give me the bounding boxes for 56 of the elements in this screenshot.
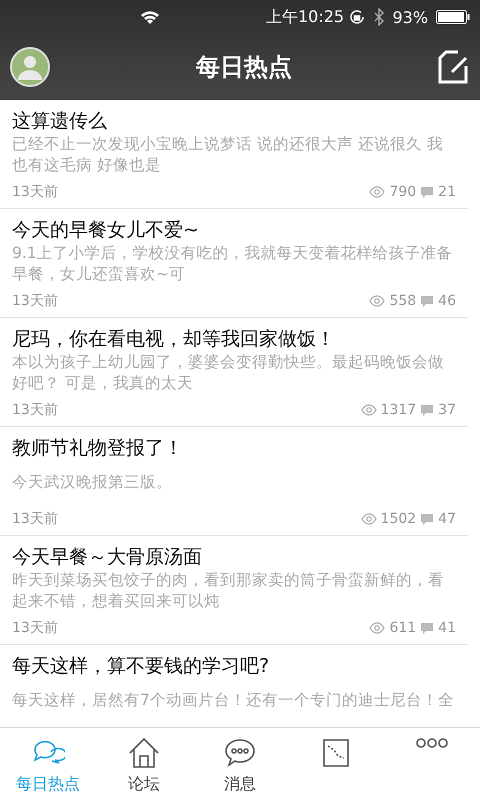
post-excerpt: 已经不止一次发现小宝晚上说梦话 说的还很大声 还说很久 我也有这毛病 好像也是 [12,134,444,176]
view-count: 611 [389,619,416,638]
tab-button[interactable]: 论坛 [96,728,192,800]
rotation-lock-icon [348,8,366,26]
post-item[interactable]: 今天的早餐女儿不爱~ 9.1上了小学后，学校没有吃的，我就每天变着花样给孩子准备早餐，女儿还蛮喜欢~可 13天前 558 46 [0,209,468,318]
view-count: 790 [389,183,416,202]
comment-count: 47 [438,510,456,529]
post-excerpt: 今天武汉晚报第三版。 [12,472,172,492]
house-icon [127,736,161,770]
post-title: 今天的早餐女儿不爱~ [12,218,200,243]
post-time: 13天前 [12,619,58,638]
post-excerpt: 本以为孩子上幼儿园了，婆婆会变得勤快些。最起码晚饭会做好吧？ 可是，我真的太天 [12,352,445,394]
comment-icon [420,404,434,416]
compose-icon[interactable] [438,50,470,84]
comment-icon [420,186,434,198]
view-count: 1502 [380,510,416,529]
wifi-icon [140,9,160,25]
comment-icon [420,294,434,308]
post-title: 尼玛，你在看电视，却等我回家做饭！ [12,327,336,352]
view-count: 1317 [380,401,416,420]
comment-count: 41 [438,619,456,638]
post-item[interactable]: 教师节礼物登报了！ 今天武汉晚报第三版。 13天前 1502 47 [0,427,468,536]
post-time: 13天前 [12,401,58,420]
battery-percent: 93% [392,8,428,26]
post-excerpt: 昨天到菜场买包饺子的肉，看到那家卖的筒子骨蛮新鲜的，看起来不错，想着买回来可以炖 [12,570,445,612]
post-item[interactable]: 尼玛，你在看电视，却等我回家做饭！ 本以为孩子上幼儿园了，婆婆会变得勤快些。最起码晚饭会做好吧？ 可是，我真的太天 13天前 1317 37 [0,318,468,427]
battery-icon [436,10,470,24]
message-icon [223,736,257,770]
post-title: 教师节礼物登报了！ [12,436,184,461]
comment-icon [420,622,434,634]
eye-icon [360,404,377,416]
status-time: 上午10:25 [266,6,344,28]
post-title: 这算遗传么 [12,109,108,134]
comment-icon [420,512,434,526]
comment-count: 37 [438,401,456,420]
eye-icon [360,513,377,525]
eye-icon [369,295,386,307]
post-time: 13天前 [12,183,58,202]
post-item[interactable]: 这算遗传么 已经不止一次发现小宝晚上说梦话 说的还很大声 还说很久 我也有这毛病 好像也是 13天前 790 21 [0,100,468,209]
eye-icon [369,186,386,198]
post-excerpt: 9.1上了小学后，学校没有吃的，我就每天变着花样给孩子准备早餐，女儿还蛮喜欢~可 [12,243,454,285]
more-icon [415,736,449,750]
post-title: 今天早餐～大骨原汤面 [12,545,203,570]
header-title: 每日热点 [196,52,292,83]
post-title: 每天这样，算不要钱的学习吧? [12,654,270,679]
post-excerpt: 每天这样，居然有7个动画片台！还有一个专门的迪士尼台！全 [12,690,454,710]
eye-icon [369,622,386,634]
post-time: 13天前 [12,292,58,311]
bluetooth-icon [374,8,384,26]
avatar-icon[interactable] [10,47,50,87]
tab-button[interactable]: 消息 [192,728,288,800]
view-count: 558 [389,292,416,311]
post-item[interactable]: 今天早餐～大骨原汤面 昨天到菜场买包饺子的肉，看到那家卖的筒子骨蛮新鲜的，看起来不错，想着买回来可以炖 13天前 611 41 [0,536,468,645]
post-time: 13天前 [12,510,58,529]
comment-count: 46 [438,292,456,311]
comment-count: 21 [438,183,456,202]
